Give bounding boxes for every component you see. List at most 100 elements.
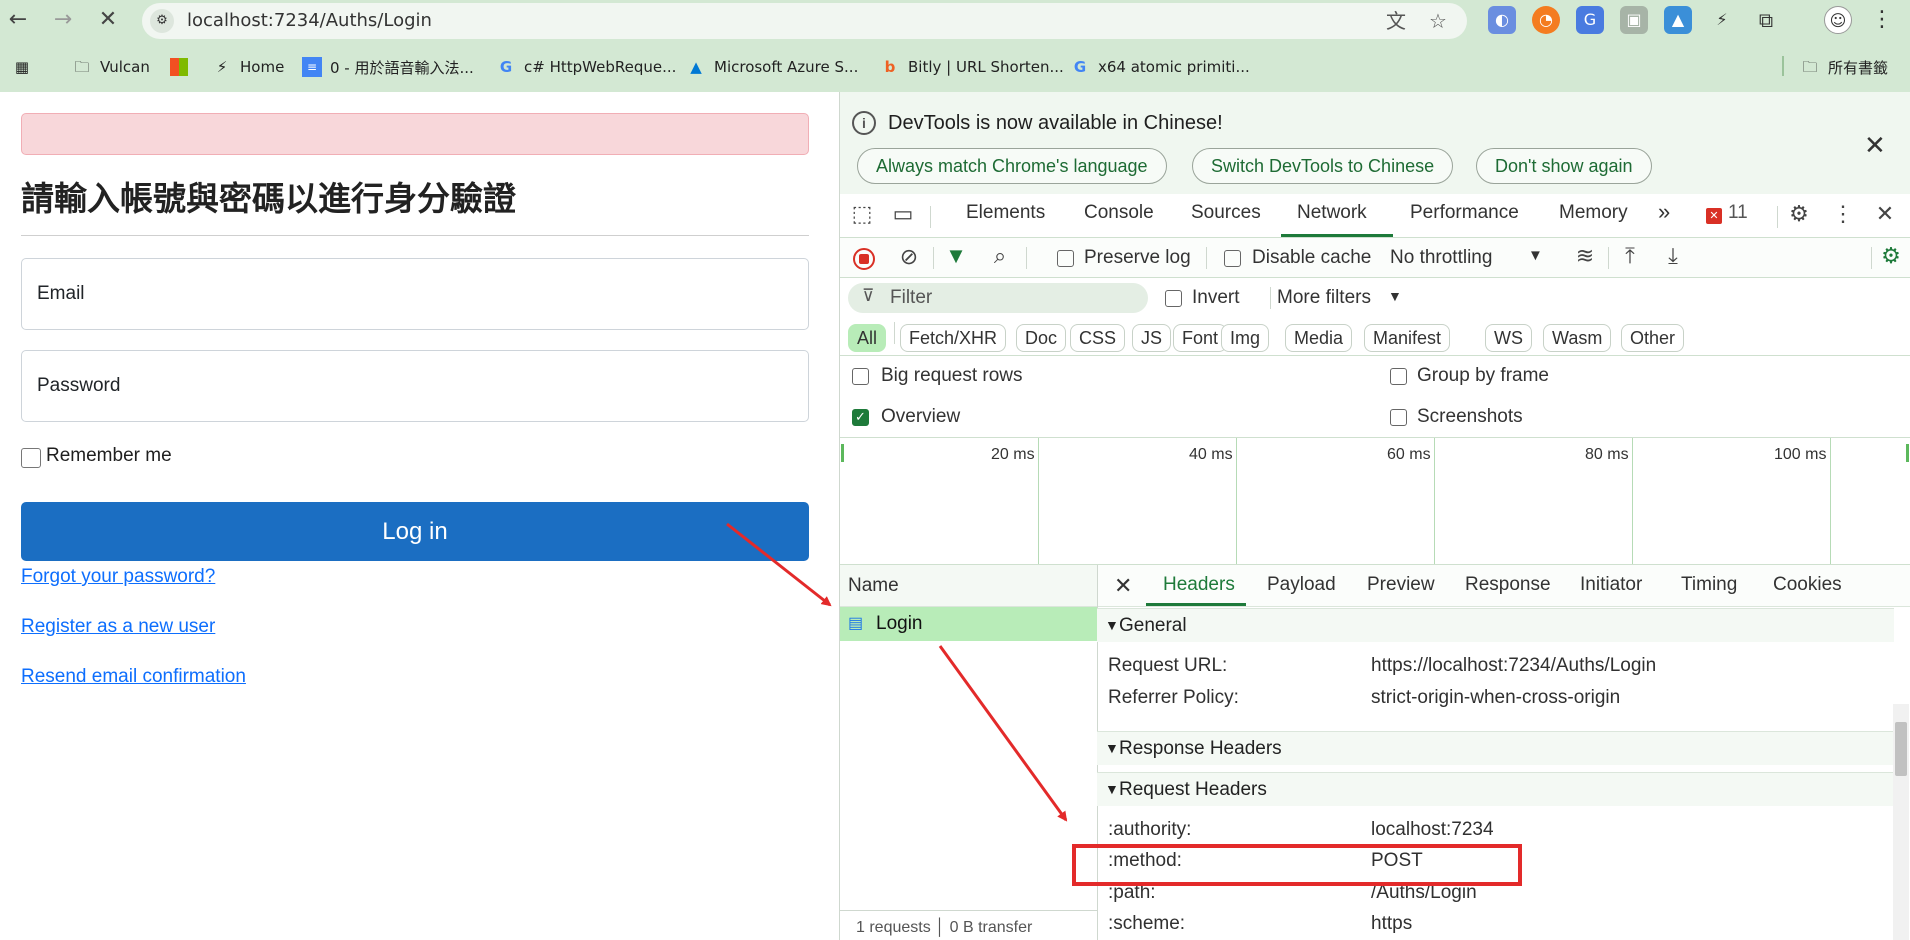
tab-headers[interactable]: Headers [1163,574,1235,596]
tab-preview[interactable]: Preview [1367,574,1435,596]
email-field[interactable]: Email [21,258,809,330]
import-har-icon[interactable]: ⤒ [1615,243,1645,269]
timeline-left-handle[interactable] [841,444,844,462]
tab-memory[interactable]: Memory [1559,202,1628,224]
apps-grid-icon[interactable]: ▦ [12,55,40,79]
tab-response[interactable]: Response [1465,574,1551,596]
more-tabs-chevron-icon[interactable]: » [1658,199,1670,225]
preserve-log-label[interactable]: Preserve log [1084,247,1191,269]
register-link[interactable]: Register as a new user [21,616,215,638]
dont-show-again-button[interactable]: Don't show again [1476,148,1652,184]
network-conditions-icon[interactable]: ≋ [1570,243,1600,269]
export-har-icon[interactable]: ⤓ [1658,243,1688,269]
error-count[interactable]: 11 [1728,202,1748,224]
screenshots-label[interactable]: Screenshots [1417,406,1523,428]
tab-timing[interactable]: Timing [1681,574,1737,596]
scrollbar-thumb[interactable] [1895,722,1907,776]
switch-chinese-button[interactable]: Switch DevTools to Chinese [1192,148,1454,184]
overview-label[interactable]: Overview [881,406,960,428]
type-filter-chip[interactable]: Media [1285,324,1353,352]
remember-me-label[interactable]: Remember me [46,445,172,467]
bookmark-item[interactable]: ≡ 0 - 用於語音輸入法... [302,55,474,79]
big-request-rows-checkbox[interactable] [852,368,869,385]
general-section-header[interactable]: ▼ General [1097,608,1894,642]
tab-payload[interactable]: Payload [1267,574,1336,596]
bookmark-item[interactable]: Gx64 atomic primiti... [1070,55,1250,79]
bookmark-item[interactable]: ⚡ Home [212,55,285,79]
big-request-rows-label[interactable]: Big request rows [881,365,1023,387]
all-bookmarks-folder[interactable]: 🗀 所有書籤 [1800,55,1888,79]
close-icon[interactable]: ✕ [1864,130,1886,161]
request-row-login[interactable]: ▤ Login [840,607,1097,641]
resend-confirmation-link[interactable]: Resend email confirmation [21,666,246,688]
gear-icon[interactable]: ⚙ [1784,201,1814,227]
invert-label[interactable]: Invert [1192,287,1240,309]
bookmark-item[interactable]: b Bitly | URL Shorten... [880,55,1064,79]
screenshots-checkbox[interactable] [1390,409,1407,426]
group-by-frame-checkbox[interactable] [1390,368,1407,385]
tab-initiator[interactable]: Initiator [1580,574,1642,596]
filter-funnel-icon[interactable]: ▼ [941,243,971,269]
bookmark-item[interactable] [170,55,196,79]
tab-console[interactable]: Console [1084,202,1154,224]
stop-loading-icon[interactable]: ✕ [92,4,124,36]
match-language-button[interactable]: Always match Chrome's language [857,148,1167,184]
device-toolbar-icon[interactable]: ▭ [888,201,918,227]
type-filter-chip[interactable]: WS [1485,324,1532,352]
record-stop-icon[interactable] [853,248,875,270]
chevron-down-icon[interactable]: ▼ [1388,288,1402,304]
error-icon[interactable]: ✕ [1706,208,1722,224]
overview-checkbox[interactable]: ✓ [852,409,869,426]
throttling-select[interactable]: No throttling [1390,247,1492,269]
profile-avatar[interactable]: ☺ [1824,6,1852,34]
extension-icon[interactable]: G [1576,6,1604,34]
password-field[interactable]: Password [21,350,809,422]
invert-checkbox[interactable] [1165,290,1182,307]
search-icon[interactable]: ⌕ [985,243,1015,269]
extension-icon[interactable]: ◐ [1488,6,1516,34]
menu-kebab-icon[interactable]: ⋮ [1868,6,1896,34]
bookmark-item[interactable]: ▲ Microsoft Azure S... [686,55,858,79]
bolt-extension-icon[interactable]: ⚡ [1708,6,1736,34]
disable-cache-label[interactable]: Disable cache [1252,247,1371,269]
extension-icon[interactable]: ◔ [1532,6,1560,34]
group-by-frame-label[interactable]: Group by frame [1417,365,1549,387]
tab-cookies[interactable]: Cookies [1773,574,1842,596]
more-filters-dropdown[interactable]: More filters [1277,287,1371,309]
tab-network[interactable]: Network [1297,202,1367,224]
type-filter-chip[interactable]: Wasm [1543,324,1612,352]
response-headers-section-header[interactable]: ▼ Response Headers [1097,731,1894,765]
chevron-down-icon[interactable]: ▼ [1528,247,1543,264]
disable-cache-checkbox[interactable] [1224,250,1241,267]
type-filter-chip[interactable]: JS [1132,324,1172,352]
extension-icon[interactable]: ▲ [1664,6,1692,34]
clear-icon[interactable]: ⊘ [894,244,924,270]
close-devtools-icon[interactable]: ✕ [1870,201,1900,227]
request-headers-section-header[interactable]: ▼ Request Headers [1097,772,1894,806]
puzzle-extensions-icon[interactable]: ⧉ [1752,6,1780,34]
forgot-password-link[interactable]: Forgot your password? [21,566,215,588]
preserve-log-checkbox[interactable] [1057,250,1074,267]
type-filter-chip[interactable]: Fetch/XHR [900,324,1007,352]
kebab-menu-icon[interactable]: ⋮ [1828,201,1858,227]
back-icon[interactable]: ← [2,4,34,36]
star-bookmark-icon[interactable]: ☆ [1424,7,1452,35]
network-settings-gear-icon[interactable]: ⚙ [1876,243,1906,269]
filter-input[interactable]: ⊽ Filter [848,283,1148,313]
site-info-icon[interactable]: ⚙ [150,9,174,33]
type-filter-chip[interactable]: Img [1221,324,1270,352]
login-button[interactable]: Log in [21,502,809,561]
remember-me-checkbox[interactable] [21,448,41,468]
name-column-header[interactable]: Name [840,565,1097,607]
type-filter-chip[interactable]: CSS [1070,324,1126,352]
type-filter-chip[interactable]: All [848,324,887,352]
type-filter-chip[interactable]: Manifest [1364,324,1451,352]
address-bar[interactable]: ⚙ localhost:7234/Auths/Login 文 ☆ [142,3,1467,39]
timeline-right-handle[interactable] [1906,444,1909,462]
bookmark-item[interactable]: Gc# HttpWebReque... [496,55,677,79]
extension-icon[interactable]: ▣ [1620,6,1648,34]
inspect-element-icon[interactable]: ⬚ [847,201,877,227]
forward-icon[interactable]: → [47,4,79,36]
translate-icon[interactable]: 文 [1382,7,1410,35]
type-filter-chip[interactable]: Other [1621,324,1685,352]
